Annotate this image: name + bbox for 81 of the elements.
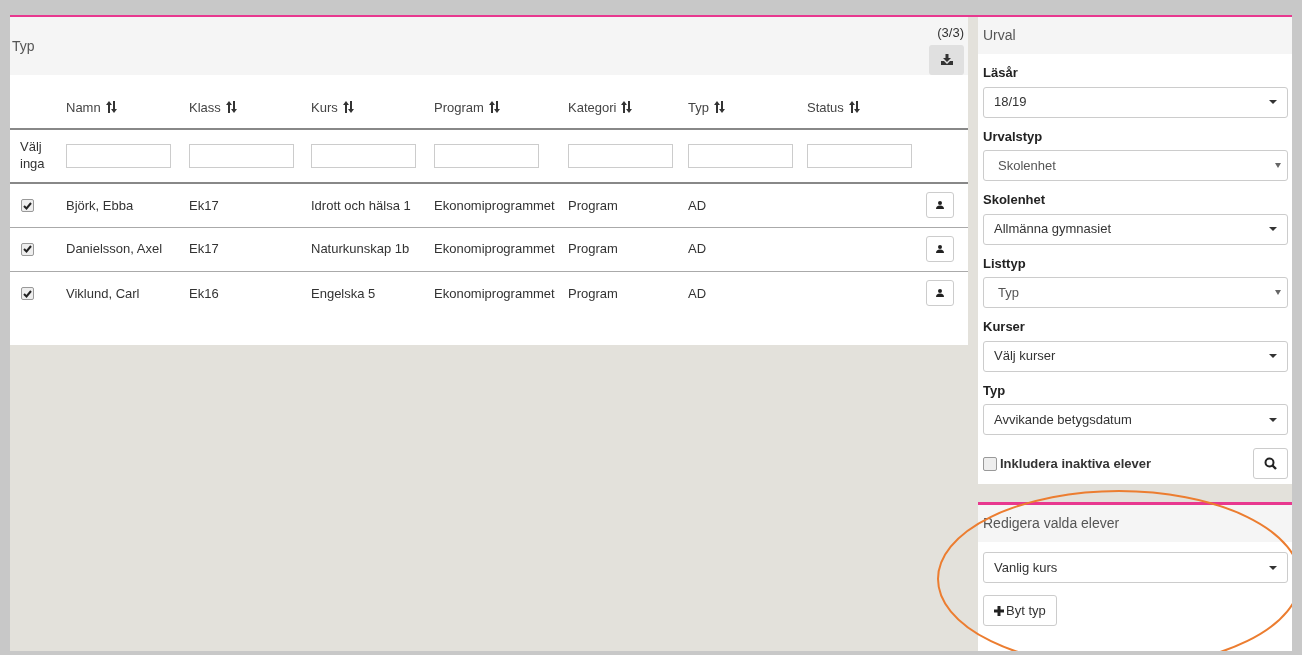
field-label: Urvalstyp — [983, 127, 1044, 146]
dropdown[interactable]: 18/19 — [983, 86, 1288, 118]
field-label: Typ — [983, 381, 1007, 400]
table-cell: Program — [568, 285, 618, 301]
user-button[interactable] — [926, 236, 954, 262]
dropdown[interactable]: Välj kurser — [983, 340, 1288, 372]
table-cell: Ekonomiprogrammet — [434, 285, 555, 301]
sort-icon[interactable] — [848, 100, 860, 113]
column-header[interactable]: Status — [807, 99, 844, 115]
user-button[interactable] — [926, 280, 954, 307]
plus-icon — [994, 605, 1004, 616]
person-icon — [936, 245, 944, 253]
sort-icon[interactable] — [342, 100, 354, 113]
caret-icon — [1269, 227, 1277, 231]
caret-icon — [1269, 417, 1277, 422]
filter-field[interactable] — [688, 144, 793, 168]
table-cell: AD — [688, 285, 707, 301]
table-cell: AD — [688, 197, 707, 213]
table-cell: Engelska 5 — [311, 285, 376, 301]
dropdown[interactable]: Skolenhet — [983, 150, 1288, 181]
field-label: Läsår — [983, 64, 1019, 82]
caret-icon — [1275, 290, 1281, 295]
dropdown[interactable]: Avvikande betygsdatum — [983, 404, 1288, 435]
column-header[interactable]: Klass — [189, 99, 221, 115]
sort-icon[interactable] — [105, 100, 117, 113]
column-header[interactable]: Kurs — [311, 99, 338, 115]
caret-icon — [1275, 163, 1281, 168]
change-type-button[interactable]: Byt typ — [983, 595, 1057, 626]
panel-title: Typ — [12, 36, 35, 56]
column-header[interactable]: Program — [434, 99, 484, 115]
table-cell: Idrott och hälsa 1 — [311, 197, 411, 213]
table-cell: Ekonomiprogrammet — [434, 197, 555, 213]
sort-icon[interactable] — [488, 100, 500, 113]
row-checkbox[interactable] — [21, 199, 34, 212]
table-cell: Program — [568, 197, 618, 213]
table-cell: Danielsson, Axel — [66, 241, 163, 257]
select-none-link[interactable]: Välj inga — [20, 138, 50, 173]
dropdown[interactable]: Typ — [983, 277, 1288, 308]
table-cell: Naturkunskap 1b — [311, 241, 410, 257]
checkbox[interactable] — [983, 456, 997, 471]
table-cell: Program — [568, 241, 618, 257]
person-icon — [936, 289, 944, 298]
row-checkbox[interactable] — [21, 287, 34, 300]
filter-field[interactable] — [807, 144, 912, 168]
caret-icon — [1269, 565, 1277, 570]
sort-icon[interactable] — [713, 100, 725, 113]
dropdown[interactable]: Vanlig kurs — [983, 552, 1288, 583]
filter-field[interactable] — [568, 144, 673, 168]
filter-field[interactable] — [311, 144, 416, 168]
panel-title: Redigera valda elever — [983, 514, 1120, 533]
table-cell: Ek17 — [189, 197, 219, 213]
filter-field[interactable] — [66, 144, 171, 168]
row-checkbox[interactable] — [21, 242, 34, 256]
checkbox-label: Inkludera inaktiva elever — [1000, 454, 1152, 473]
dropdown[interactable]: Allmänna gymnasiet — [983, 213, 1288, 245]
field-label: Skolenhet — [983, 191, 1047, 209]
filter-field[interactable] — [189, 144, 294, 168]
column-header[interactable]: Typ — [688, 99, 709, 115]
result-count: (3/3) — [937, 24, 964, 43]
table-cell: Ekonomiprogrammet — [434, 241, 555, 257]
table-cell: Björk, Ebba — [66, 197, 134, 213]
column-header[interactable]: Namn — [66, 99, 101, 115]
field-label: Kurser — [983, 318, 1026, 336]
download-button[interactable] — [929, 44, 964, 75]
search-icon — [1264, 457, 1277, 470]
table-cell: Viklund, Carl — [66, 285, 140, 301]
user-button[interactable] — [926, 192, 954, 219]
field-label: Listtyp — [983, 254, 1027, 273]
column-header[interactable]: Kategori — [568, 99, 617, 115]
download-icon — [940, 54, 953, 66]
search-button[interactable] — [1253, 448, 1288, 479]
sort-icon[interactable] — [621, 100, 633, 113]
caret-icon — [1269, 100, 1277, 104]
panel-title: Urval — [983, 26, 1016, 45]
person-icon — [936, 201, 944, 210]
caret-icon — [1269, 354, 1277, 358]
table-cell: AD — [688, 241, 707, 257]
table-cell: Ek16 — [189, 285, 219, 301]
filter-field[interactable] — [434, 144, 539, 168]
table-cell: Ek17 — [189, 241, 219, 257]
sort-icon[interactable] — [225, 100, 237, 113]
